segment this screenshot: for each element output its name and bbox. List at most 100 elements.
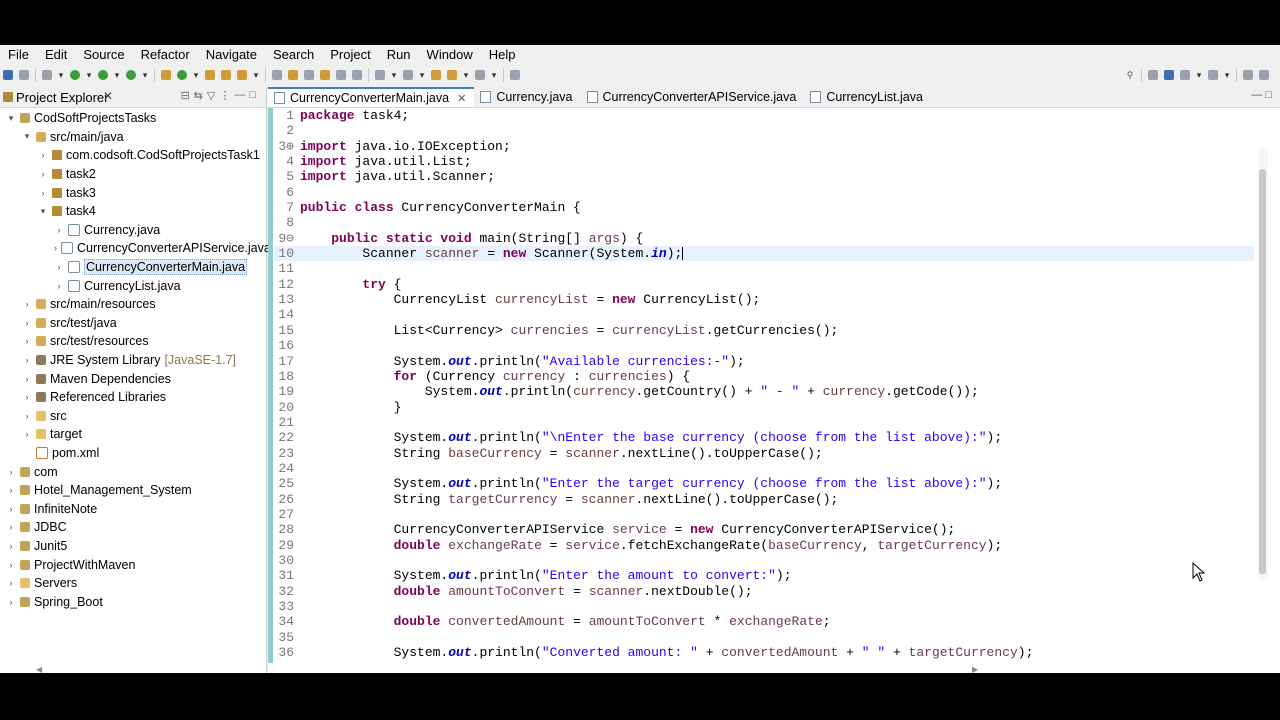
chevron-down-icon[interactable]: ▾ xyxy=(142,70,148,80)
minimize-view-icon[interactable]: — xyxy=(234,89,245,102)
chevron-right-icon[interactable]: › xyxy=(6,541,16,551)
minimize-editor-icon[interactable]: — □ xyxy=(1251,89,1272,101)
menu-run[interactable]: Run xyxy=(379,45,419,65)
chevron-right-icon[interactable]: › xyxy=(22,429,32,439)
open-perspective-icon[interactable] xyxy=(1148,70,1158,80)
code-line[interactable]: 3⊕ import java.io.IOException; xyxy=(274,139,1254,154)
tree-item[interactable]: › Currency.java xyxy=(0,221,266,240)
show-whitespace-icon[interactable] xyxy=(336,70,346,80)
chevron-right-icon[interactable]: › xyxy=(54,225,64,235)
code-line[interactable]: 24 xyxy=(274,461,1254,476)
chevron-right-icon[interactable]: › xyxy=(38,150,48,160)
menu-edit[interactable]: Edit xyxy=(37,45,75,65)
tree-item[interactable]: › Junit5 xyxy=(0,537,266,556)
coverage-icon[interactable] xyxy=(98,70,108,80)
tree-item[interactable]: › com.codsoft.CodSoftProjectsTask1 xyxy=(0,146,266,165)
previous-annotation-icon[interactable] xyxy=(403,70,413,80)
tree-item[interactable]: › task3 xyxy=(0,183,266,202)
chevron-right-icon[interactable]: › xyxy=(6,560,16,570)
tree-item[interactable]: › JDBC xyxy=(0,518,266,537)
tree-item[interactable]: › Servers xyxy=(0,574,266,593)
collapse-all-icon[interactable]: ⊟ xyxy=(180,89,189,102)
editor-tab[interactable]: CurrencyList.java xyxy=(804,87,931,107)
back-icon[interactable] xyxy=(447,70,457,80)
code-line[interactable]: 20 } xyxy=(274,400,1254,415)
code-line[interactable]: 1 package task4; xyxy=(274,108,1254,123)
code-line[interactable]: 35 xyxy=(274,630,1254,645)
menu-navigate[interactable]: Navigate xyxy=(198,45,265,65)
scroll-right-icon[interactable]: ▶ xyxy=(972,665,978,674)
menu-help[interactable]: Help xyxy=(481,45,524,65)
close-icon[interactable]: ✕ xyxy=(103,89,113,103)
next-annotation-icon[interactable] xyxy=(375,70,385,80)
pin-editor-icon[interactable] xyxy=(510,70,520,80)
java-perspective-icon[interactable] xyxy=(1164,70,1174,80)
tree-item[interactable]: › com xyxy=(0,462,266,481)
code-line[interactable]: 12 try { xyxy=(274,277,1254,292)
code-line[interactable]: 34 double convertedAmount = amountToConv… xyxy=(274,614,1254,629)
open-type-icon[interactable] xyxy=(205,70,215,80)
chevron-right-icon[interactable]: › xyxy=(22,355,32,365)
new-java-class-icon[interactable] xyxy=(177,70,187,80)
maximize-view-icon[interactable]: □ xyxy=(249,89,256,102)
tree-item[interactable]: › Spring_Boot xyxy=(0,592,266,611)
chevron-right-icon[interactable]: › xyxy=(6,504,16,514)
chevron-right-icon[interactable]: › xyxy=(6,467,16,477)
code-line[interactable]: 32 double amountToConvert = scanner.next… xyxy=(274,584,1254,599)
chevron-down-icon[interactable]: ▾ xyxy=(193,70,199,80)
chevron-down-icon[interactable]: ▾ xyxy=(253,70,259,80)
code-line[interactable]: 15 List<Currency> currencies = currencyL… xyxy=(274,323,1254,338)
last-edit-location-icon[interactable] xyxy=(431,70,441,80)
code-line[interactable]: 33 xyxy=(274,599,1254,614)
code-line[interactable]: 5 import java.util.Scanner; xyxy=(274,169,1254,184)
chevron-down-icon[interactable]: ▾ xyxy=(22,131,32,142)
link-with-editor-icon[interactable]: ⇆ xyxy=(194,89,203,102)
code-line[interactable]: 2 xyxy=(274,123,1254,138)
code-line[interactable]: 9⊖ public static void main(String[] args… xyxy=(274,231,1254,246)
chevron-down-icon[interactable]: ▾ xyxy=(463,70,469,80)
code-line[interactable]: 21 xyxy=(274,415,1254,430)
scroll-left-icon[interactable]: ◀ xyxy=(36,665,42,674)
open-task-icon[interactable] xyxy=(221,70,231,80)
tree-item[interactable]: › CurrencyConverterAPIService.java xyxy=(0,239,271,258)
tree-item[interactable]: › target xyxy=(0,425,266,444)
editor-tab[interactable]: CurrencyConverterMain.java ✕ xyxy=(268,87,475,107)
tree-item[interactable]: › src/test/resources xyxy=(0,332,266,351)
chevron-right-icon[interactable]: › xyxy=(22,392,32,402)
tree-item[interactable]: › JRE System Library [JavaSE-1.7] xyxy=(0,351,266,370)
editor-tab[interactable]: Currency.java xyxy=(474,87,580,107)
menu-refactor[interactable]: Refactor xyxy=(133,45,198,65)
chevron-right-icon[interactable]: › xyxy=(6,578,16,588)
code-line[interactable]: 4 import java.util.List; xyxy=(274,154,1254,169)
new-java-package-icon[interactable] xyxy=(161,70,171,80)
tree-item[interactable]: › src/main/resources xyxy=(0,295,266,314)
chevron-down-icon[interactable]: ▾ xyxy=(391,70,397,80)
vertical-scrollbar-thumb[interactable] xyxy=(1259,169,1266,574)
menu-project[interactable]: Project xyxy=(322,45,378,65)
chevron-right-icon[interactable]: › xyxy=(6,485,16,495)
chevron-right-icon[interactable]: › xyxy=(54,262,64,272)
code-line[interactable]: 7 public class CurrencyConverterMain { xyxy=(274,200,1254,215)
tree-item[interactable]: ▾ src/main/java xyxy=(0,128,266,147)
code-line[interactable]: 36 System.out.println("Converted amount:… xyxy=(274,645,1254,660)
chevron-right-icon[interactable]: › xyxy=(38,188,48,198)
tree-item[interactable]: › Referenced Libraries xyxy=(0,388,266,407)
minimize-icon[interactable] xyxy=(1243,70,1253,80)
code-line[interactable]: 22 System.out.println("\nEnter the base … xyxy=(274,430,1254,445)
code-line[interactable]: 17 System.out.println("Available currenc… xyxy=(274,354,1254,369)
tree-item[interactable]: › CurrencyList.java xyxy=(0,276,266,295)
code-line[interactable]: 28 CurrencyConverterAPIService service =… xyxy=(274,522,1254,537)
editor-tab[interactable]: CurrencyConverterAPIService.java xyxy=(581,87,805,107)
code-line[interactable]: 25 System.out.println("Enter the target … xyxy=(274,476,1254,491)
debug-perspective-icon[interactable] xyxy=(1180,70,1190,80)
chevron-right-icon[interactable]: › xyxy=(6,597,16,607)
tree-item[interactable]: › CurrencyConverterMain.java xyxy=(0,258,266,277)
chevron-right-icon[interactable]: › xyxy=(22,374,32,384)
chevron-down-icon[interactable]: ▾ xyxy=(58,70,64,80)
menu-window[interactable]: Window xyxy=(419,45,481,65)
chevron-right-icon[interactable]: › xyxy=(22,318,32,328)
chevron-down-icon[interactable]: ▾ xyxy=(6,113,16,124)
code-line[interactable]: 16 xyxy=(274,338,1254,353)
chevron-down-icon[interactable]: ▾ xyxy=(38,206,48,217)
code-line[interactable]: 6 xyxy=(274,185,1254,200)
